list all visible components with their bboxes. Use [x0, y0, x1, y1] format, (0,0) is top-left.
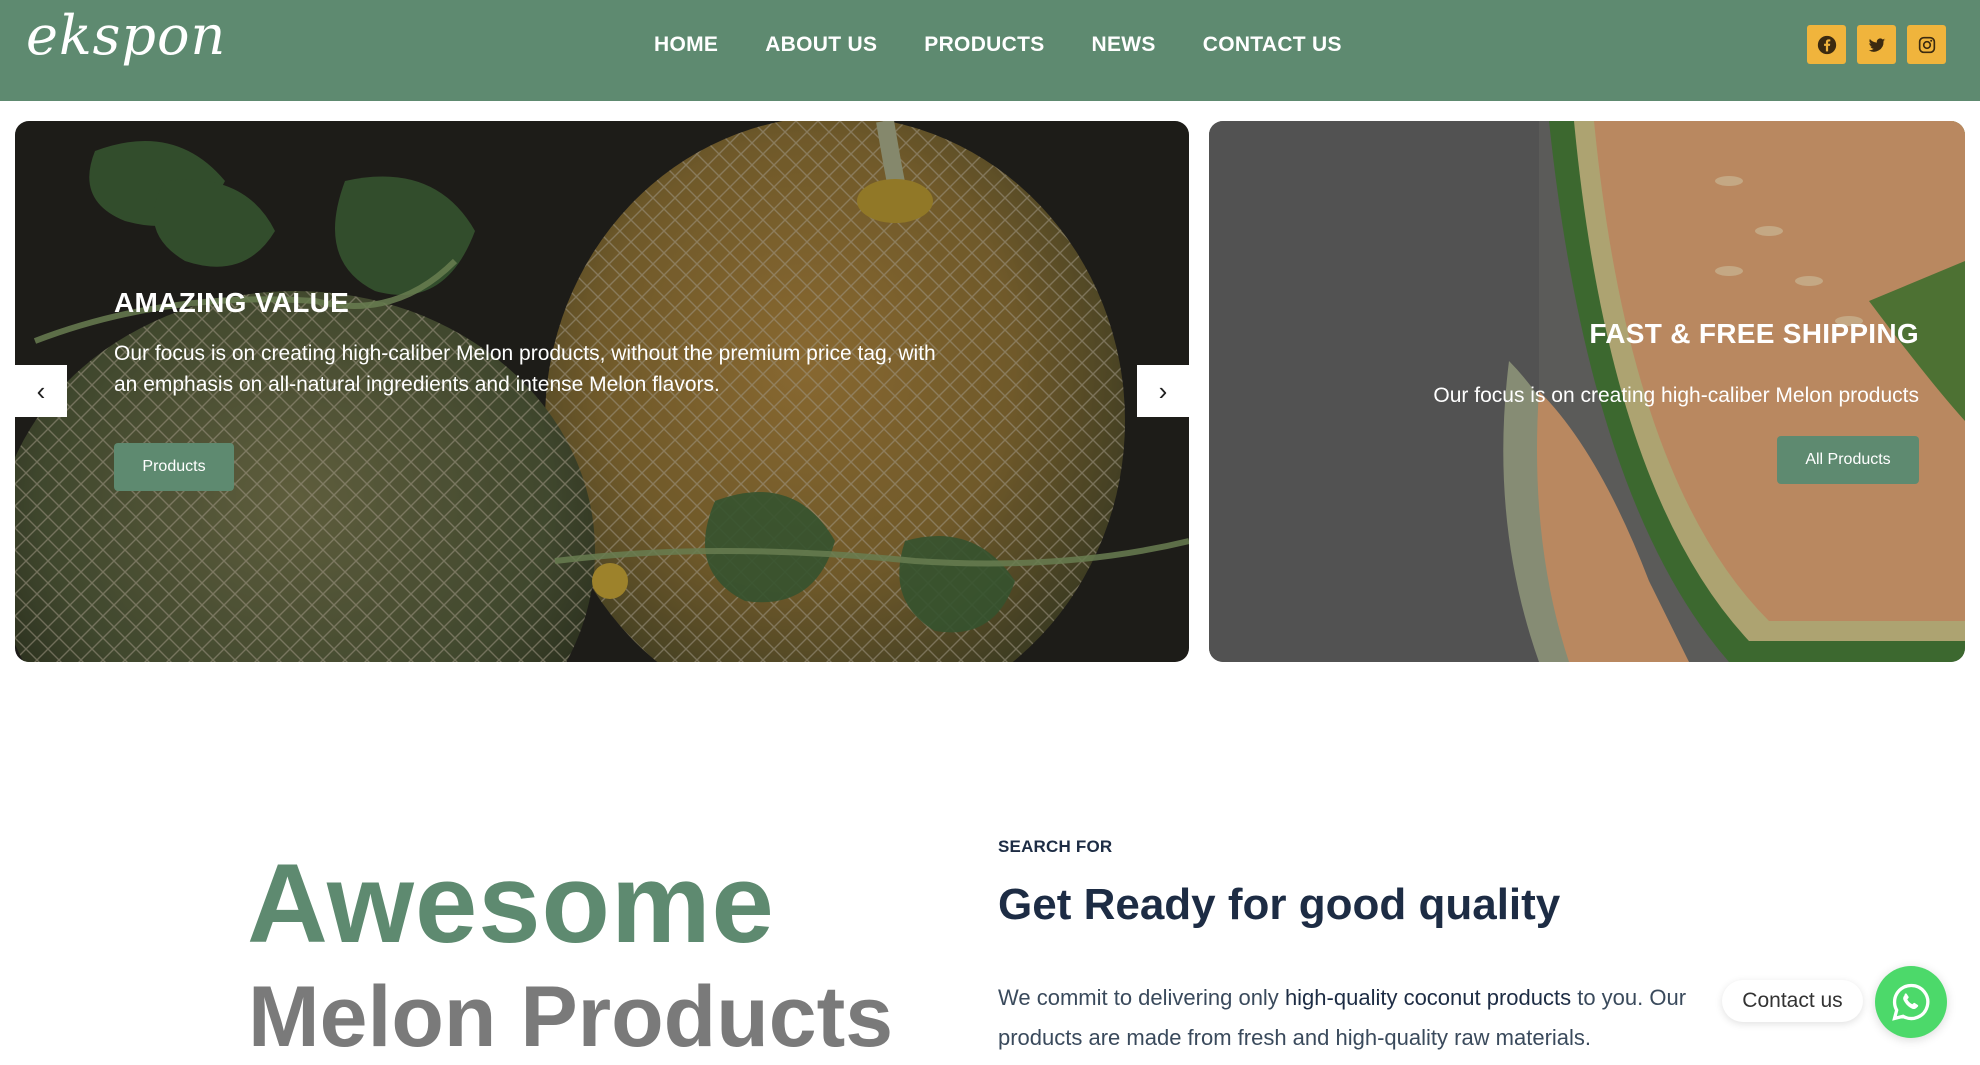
- social-links: [1807, 25, 1946, 64]
- whatsapp-icon[interactable]: [1875, 966, 1947, 1038]
- nav-about-us[interactable]: ABOUT US: [765, 33, 877, 57]
- promo-banner: FAST & FREE SHIPPING Our focus is on cre…: [1209, 121, 1965, 662]
- slider-prev-button[interactable]: ‹: [15, 365, 67, 417]
- facebook-icon[interactable]: [1807, 25, 1846, 64]
- nav-news[interactable]: NEWS: [1092, 33, 1156, 57]
- main-nav: HOME ABOUT US PRODUCTS NEWS CONTACT US: [654, 33, 1389, 57]
- slide-text-line-2: an emphasis on all-natural ingredients a…: [114, 373, 720, 396]
- slide-title: AMAZING VALUE: [114, 287, 350, 318]
- chevron-left-icon: ‹: [36, 375, 46, 406]
- contact-us-label[interactable]: Contact us: [1722, 980, 1863, 1022]
- chevron-right-icon: ›: [1158, 375, 1168, 406]
- hero-slider: AMAZING VALUE Our focus is on creating h…: [15, 121, 1189, 662]
- products-button[interactable]: Products: [114, 443, 234, 491]
- twitter-icon[interactable]: [1857, 25, 1896, 64]
- promo-text: Our focus is on creating high-caliber Me…: [1433, 384, 1919, 407]
- promo-title: FAST & FREE SHIPPING: [1589, 318, 1919, 349]
- instagram-icon[interactable]: [1907, 25, 1946, 64]
- paragraph-text-start: We commit to delivering only: [998, 985, 1285, 1010]
- section-title: Get Ready for good quality: [998, 880, 1561, 929]
- nav-contact-us[interactable]: CONTACT US: [1203, 33, 1342, 57]
- nav-home[interactable]: HOME: [654, 33, 718, 57]
- slide-text: Our focus is on creating high-caliber Me…: [114, 338, 1014, 400]
- section-paragraph: We commit to delivering only high-qualit…: [998, 978, 1738, 1058]
- melon-products-heading: Melon Products: [248, 969, 894, 1065]
- brand-logo[interactable]: ekspon: [26, 4, 226, 67]
- paragraph-highlight: high-quality coconut products: [1284, 985, 1572, 1010]
- search-for-eyebrow: SEARCH FOR: [998, 837, 1113, 856]
- slider-next-button[interactable]: ›: [1137, 365, 1189, 417]
- nav-products[interactable]: PRODUCTS: [924, 33, 1044, 57]
- slide-text-line-1: Our focus is on creating high-caliber Me…: [114, 342, 936, 365]
- all-products-button[interactable]: All Products: [1777, 436, 1919, 484]
- awesome-heading: Awesome: [247, 841, 775, 966]
- site-header: ekspon HOME ABOUT US PRODUCTS NEWS CONTA…: [0, 0, 1980, 101]
